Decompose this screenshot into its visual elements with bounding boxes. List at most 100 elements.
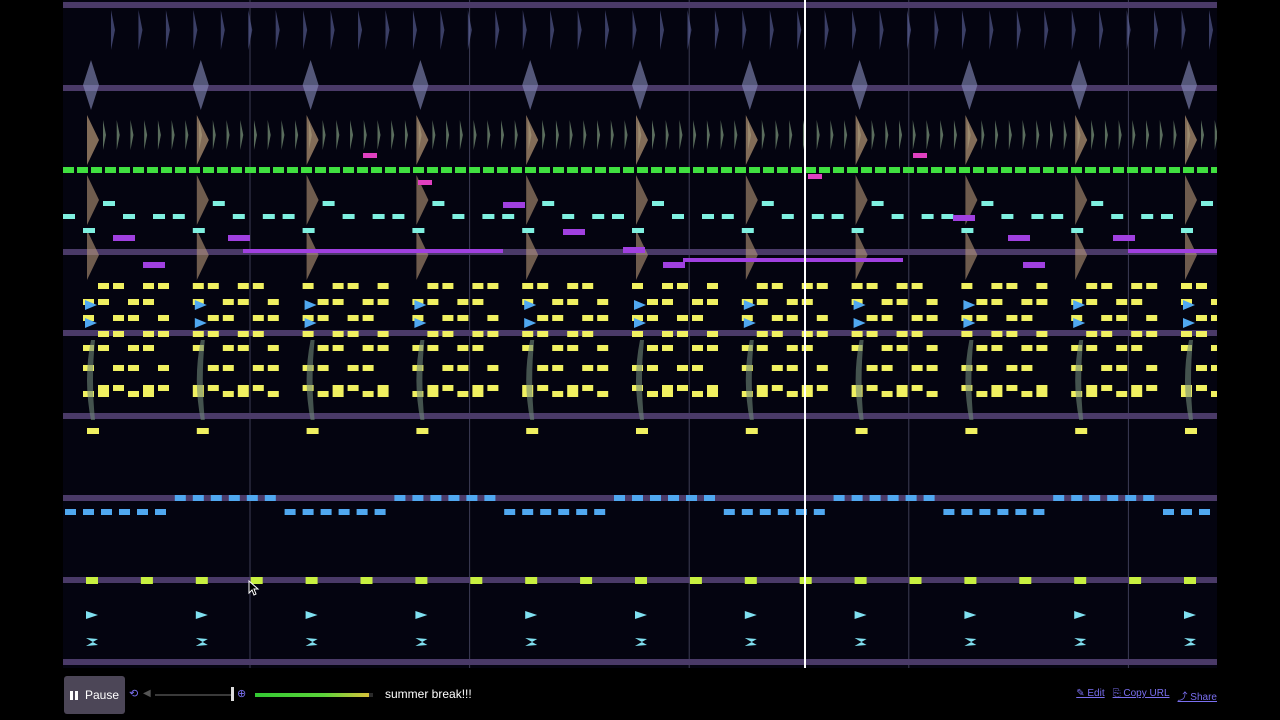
zoom-icon[interactable]: ⊕: [237, 687, 249, 701]
note-shape: [526, 230, 539, 280]
note: [1015, 509, 1027, 515]
note: [582, 315, 594, 321]
note-shape: [1185, 230, 1197, 280]
note: [1161, 214, 1173, 219]
note: [851, 495, 863, 501]
note: [237, 283, 249, 289]
note-shape: [295, 120, 299, 150]
note: [1086, 299, 1098, 305]
note-shape: [583, 120, 587, 150]
note: [881, 391, 893, 397]
note: [143, 385, 154, 391]
note: [1146, 315, 1158, 321]
share-link[interactable]: ⤴ Share: [1178, 688, 1217, 703]
note: [891, 214, 904, 219]
note: [522, 228, 535, 233]
pause-button[interactable]: Pause: [64, 676, 125, 714]
note: [542, 201, 555, 206]
note: [113, 283, 124, 289]
note: [1036, 331, 1048, 337]
note: [442, 385, 454, 391]
note-shape: [1173, 120, 1177, 150]
note-shape: [116, 120, 120, 150]
note: [562, 214, 575, 219]
note: [683, 258, 903, 262]
note-editor-canvas[interactable]: [63, 0, 1217, 668]
note-shape: [1209, 10, 1213, 50]
note: [537, 315, 549, 321]
note-shape: [526, 340, 535, 420]
volume-slider[interactable]: [155, 694, 233, 696]
note: [267, 299, 279, 305]
note-shape: [1044, 10, 1049, 50]
note-shape: [192, 60, 209, 110]
note-shape: [415, 611, 428, 619]
note: [158, 385, 169, 391]
note: [1196, 315, 1207, 321]
note: [362, 391, 374, 397]
note: [881, 365, 893, 371]
note: [991, 345, 1003, 351]
note-shape: [412, 60, 429, 110]
note: [1116, 365, 1128, 371]
note: [537, 365, 549, 371]
note: [1001, 214, 1014, 219]
loop-icon[interactable]: ⟲: [129, 688, 141, 700]
note-shape: [87, 230, 99, 280]
note: [1089, 495, 1101, 501]
note: [1184, 577, 1196, 584]
note-shape: [1091, 120, 1095, 150]
note: [887, 495, 899, 501]
piano-roll[interactable]: [63, 0, 1217, 668]
note-shape: [1074, 611, 1087, 619]
note: [991, 391, 1003, 397]
note: [911, 385, 923, 391]
note-shape: [525, 611, 538, 619]
note: [1163, 509, 1174, 515]
note: [744, 577, 757, 584]
copy-url-link[interactable]: ⎘ Copy URL: [1113, 688, 1170, 703]
note-shape: [212, 120, 216, 150]
note: [1196, 365, 1207, 371]
note: [306, 428, 319, 434]
volume-icon[interactable]: ◀: [143, 688, 153, 700]
note: [243, 249, 503, 253]
note: [786, 365, 798, 371]
playback-progress-bar[interactable]: [255, 693, 373, 697]
note: [470, 577, 483, 584]
note: [801, 283, 813, 289]
note: [1181, 509, 1192, 515]
note-shape: [1132, 120, 1136, 150]
note-shape: [855, 230, 868, 280]
note: [1129, 577, 1142, 584]
note: [1113, 167, 1124, 173]
note: [113, 235, 135, 241]
note-shape: [610, 120, 614, 150]
note-shape: [995, 120, 999, 150]
volume-slider-thumb[interactable]: [231, 687, 234, 701]
note: [563, 229, 585, 235]
note-shape: [636, 340, 644, 420]
note: [374, 509, 386, 515]
note: [721, 214, 734, 219]
note: [866, 315, 878, 321]
note: [745, 428, 758, 434]
channel-divider: [63, 2, 1217, 8]
note-shape: [597, 120, 601, 150]
note: [427, 391, 439, 397]
note-shape: [624, 120, 628, 150]
note: [192, 495, 204, 501]
note: [155, 509, 166, 515]
note: [582, 331, 594, 337]
note: [961, 509, 973, 515]
note: [357, 167, 368, 173]
note-shape: [495, 10, 500, 50]
note: [692, 365, 703, 371]
edit-link[interactable]: ✎ Edit: [1076, 688, 1104, 703]
note: [875, 167, 886, 173]
note: [1021, 315, 1033, 321]
note: [965, 428, 978, 434]
note: [317, 391, 329, 397]
note: [1131, 385, 1143, 391]
note-shape: [851, 60, 868, 110]
